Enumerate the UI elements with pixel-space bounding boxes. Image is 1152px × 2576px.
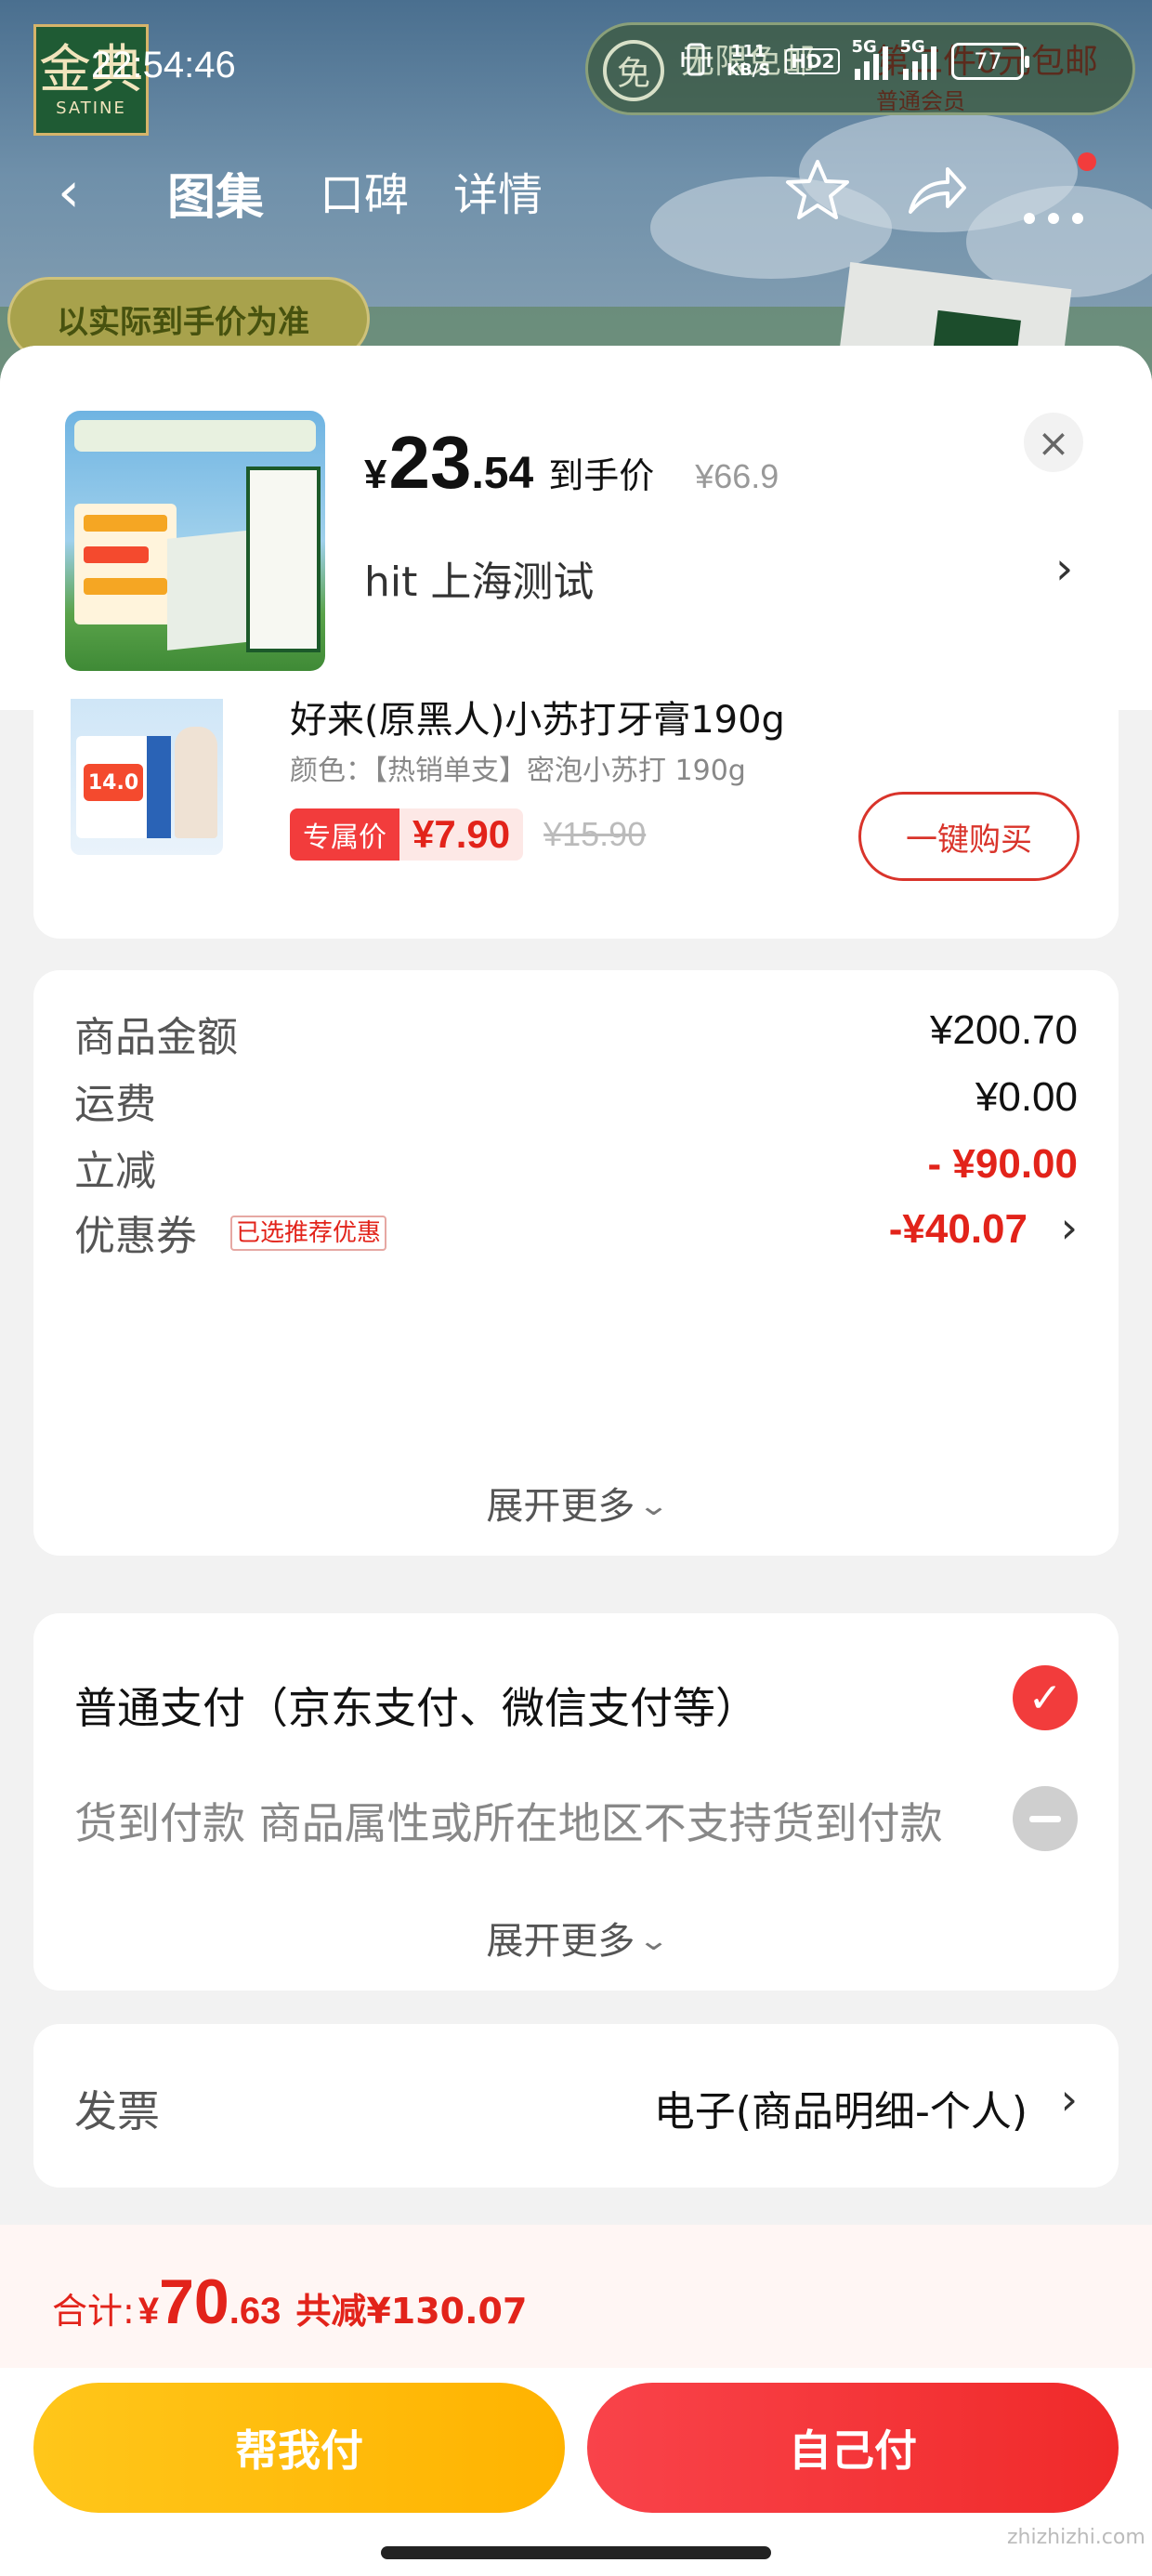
recommend-image: 14.0 bbox=[71, 699, 223, 855]
payment-expand-more-button[interactable]: 展开更多⌄ bbox=[33, 1911, 1119, 1965]
row-shipping: 运费 ¥0.00 bbox=[74, 1074, 1078, 1128]
recommend-title: 好来(原黑人)小苏打牙膏190g bbox=[290, 699, 785, 742]
payment-option-normal[interactable]: 普通支付（京东支付、微信支付等） bbox=[74, 1675, 758, 1736]
recommend-original-price: ¥15.90 bbox=[543, 815, 647, 853]
network-speed: 111 KB/S bbox=[727, 42, 771, 80]
chevron-left-icon[interactable]: ‹ bbox=[58, 160, 80, 225]
exclusive-price-badge: 专属价 bbox=[290, 808, 399, 861]
notification-dot bbox=[1078, 152, 1096, 171]
original-price: ¥66.9 bbox=[695, 457, 779, 495]
share-icon[interactable] bbox=[903, 156, 970, 237]
one-click-buy-button[interactable]: 一键购买 bbox=[858, 792, 1080, 881]
recommend-price: 专属价 ¥7.90 ¥15.90 bbox=[290, 808, 646, 861]
disabled-icon bbox=[1013, 1786, 1078, 1851]
row-coupon[interactable]: 优惠券 已选推荐优惠 -¥40.07 › bbox=[74, 1195, 1078, 1260]
chevron-down-icon: ⌄ bbox=[637, 1925, 671, 1957]
home-indicator[interactable] bbox=[381, 2546, 771, 2559]
status-bar: 22:54:46 111 KB/S HD2 5G 5G 77 bbox=[0, 0, 1152, 139]
self-pay-button[interactable]: 自己付 bbox=[587, 2383, 1119, 2513]
top-nav: ‹ 图集 口碑 详情 bbox=[0, 149, 1152, 229]
signal-icon: 5G bbox=[851, 37, 889, 80]
invoice-value: 电子(商品明细-个人) bbox=[653, 2088, 1028, 2136]
chevron-down-icon: ⌄ bbox=[637, 1490, 671, 1522]
recommend-card: 14.0 好来(原黑人)小苏打牙膏190g 颜色：【热销单支】密泡小苏打 190… bbox=[33, 699, 1119, 939]
total-bar: 合计: ¥ 70 .63 共减¥130.07 bbox=[0, 2225, 1152, 2368]
invoice-card[interactable]: 发票 电子(商品明细-个人) › bbox=[33, 2024, 1119, 2188]
row-instant-discount: 立减 - ¥90.00 bbox=[74, 1141, 1078, 1195]
tab-details[interactable]: 详情 bbox=[453, 158, 543, 223]
tab-gallery[interactable]: 图集 bbox=[167, 158, 264, 228]
total-amount: 合计: ¥ 70 .63 共减¥130.07 bbox=[52, 2267, 528, 2337]
watermark: zhizhizhi.com bbox=[1007, 2526, 1145, 2549]
check-icon[interactable]: ✓ bbox=[1013, 1665, 1078, 1730]
hd-voice-icon: HD2 bbox=[785, 48, 841, 74]
more-icon[interactable] bbox=[1020, 177, 1087, 242]
battery-icon: 77 bbox=[951, 43, 1030, 80]
payment-card: 普通支付（京东支付、微信支付等） ✓ 货到付款 商品属性或所在地区不支持货到付款… bbox=[33, 1613, 1119, 1991]
product-header: ¥ 23 .54 到手价 ¥66.9 × hit 上海测试 › bbox=[0, 346, 1152, 710]
expand-more-button[interactable]: 展开更多⌄ bbox=[33, 1476, 1119, 1530]
signal-icon-2: 5G bbox=[899, 37, 937, 80]
star-icon[interactable] bbox=[784, 156, 851, 237]
price-summary-card: 商品金额 ¥200.70 运费 ¥0.00 立减 - ¥90.00 优惠券 已选… bbox=[33, 970, 1119, 1556]
recommend-spec: 颜色：【热销单支】密泡小苏打 190g bbox=[290, 755, 746, 787]
coupon-tag: 已选推荐优惠 bbox=[230, 1216, 387, 1251]
delivery-address[interactable]: hit 上海测试 bbox=[364, 548, 594, 608]
final-price: ¥ 23 .54 到手价 ¥66.9 bbox=[364, 421, 779, 504]
close-icon[interactable]: × bbox=[1024, 413, 1083, 472]
tab-reviews[interactable]: 口碑 bbox=[320, 158, 409, 223]
help-pay-button[interactable]: 帮我付 bbox=[33, 2383, 565, 2513]
checkout-footer: 合计: ¥ 70 .63 共减¥130.07 帮我付 自己付 zhizhizhi… bbox=[0, 2225, 1152, 2576]
invoice-label: 发票 bbox=[74, 2086, 160, 2136]
clock: 22:54:46 bbox=[91, 45, 236, 85]
row-goods-amount: 商品金额 ¥200.70 bbox=[74, 1007, 1078, 1061]
total-saved: 共减¥130.07 bbox=[295, 2291, 528, 2332]
price-label: 到手价 bbox=[548, 455, 655, 496]
vibrate-icon bbox=[680, 41, 712, 82]
payment-option-cod: 货到付款 商品属性或所在地区不支持货到付款 bbox=[74, 1798, 943, 1848]
chevron-right-icon[interactable]: › bbox=[1055, 543, 1073, 595]
product-thumbnail bbox=[65, 411, 325, 671]
chevron-right-icon: › bbox=[1060, 1203, 1078, 1253]
chevron-right-icon[interactable]: › bbox=[1061, 2074, 1078, 2124]
